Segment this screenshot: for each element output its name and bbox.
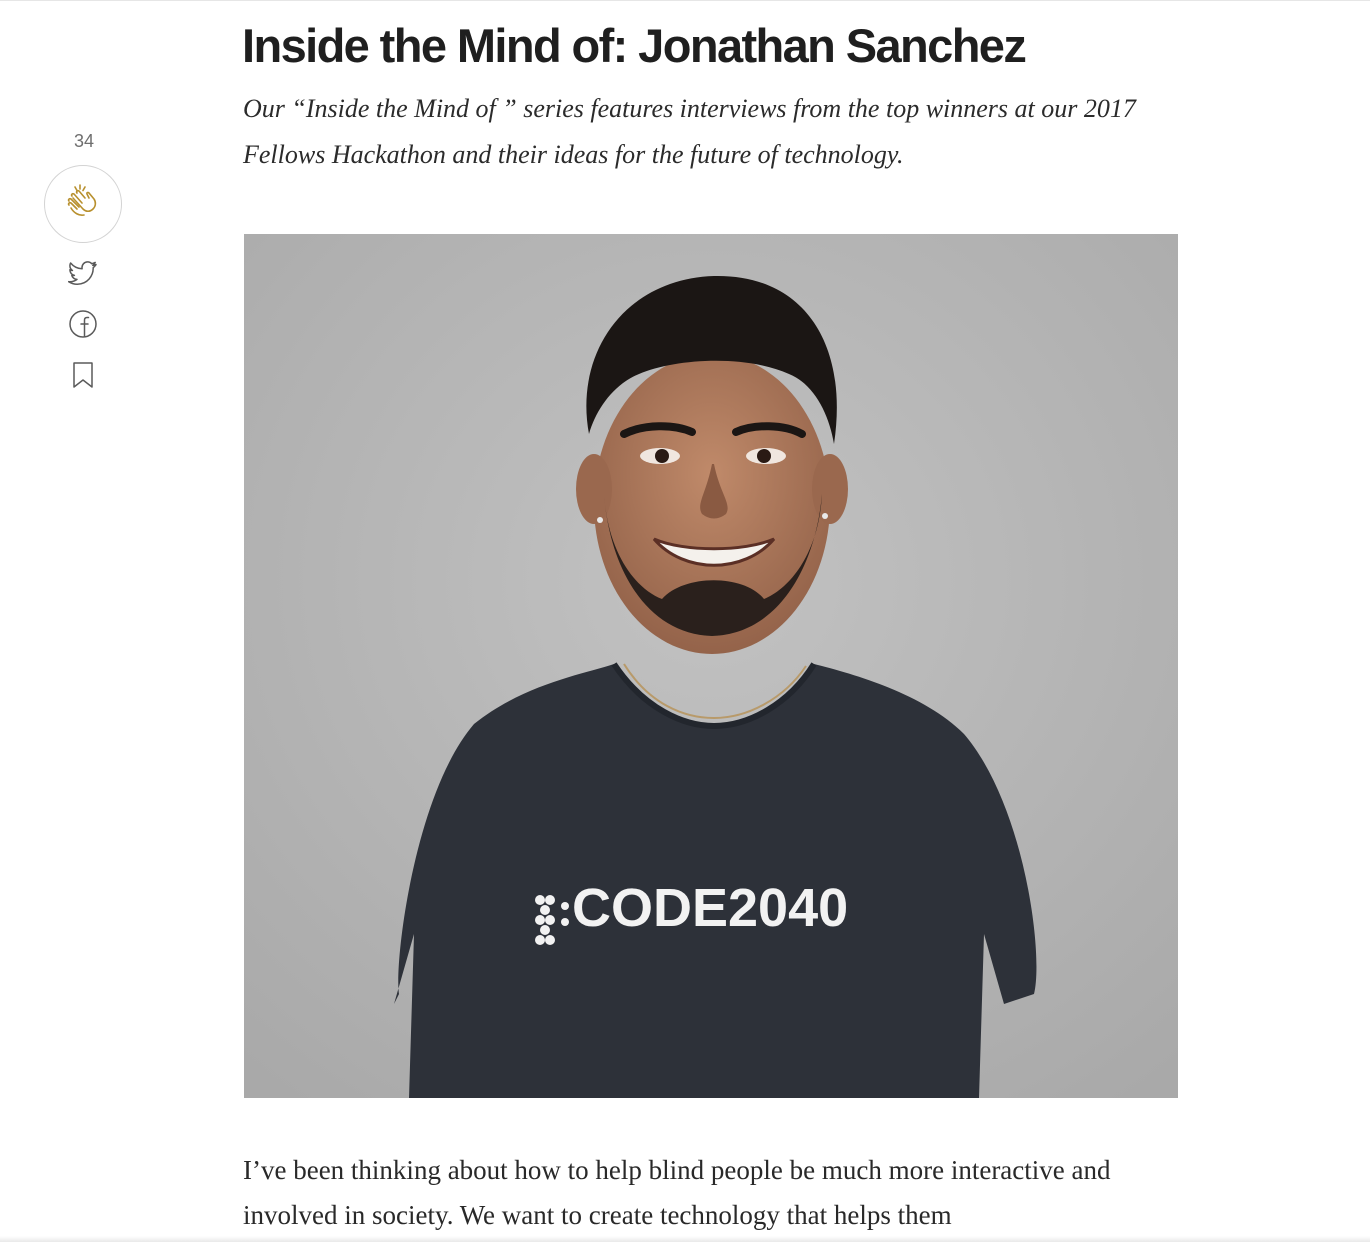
- article-subtitle: Our “Inside the Mind of ” series feature…: [243, 94, 1136, 169]
- top-divider: [0, 0, 1370, 1]
- facebook-icon: [68, 309, 98, 344]
- clap-icon: [63, 182, 103, 227]
- bottom-shadow: [0, 1236, 1370, 1242]
- clap-count: 34: [73, 131, 95, 151]
- clap-button[interactable]: [44, 165, 122, 243]
- bookmark-icon: [72, 361, 94, 394]
- twitter-icon: [67, 260, 98, 290]
- article-title: Inside the Mind of: Jonathan Sanchez: [242, 19, 1027, 72]
- hero-photo: CODE2040: [244, 234, 1178, 1098]
- facebook-share-button[interactable]: [68, 309, 98, 344]
- article-body-paragraph: I’ve been thinking about how to help bli…: [243, 1155, 1111, 1230]
- shirt-text: CODE2040: [572, 878, 848, 938]
- bookmark-button[interactable]: [68, 361, 98, 394]
- portrait-illustration: CODE2040: [244, 234, 1178, 1098]
- twitter-share-button[interactable]: [67, 260, 98, 290]
